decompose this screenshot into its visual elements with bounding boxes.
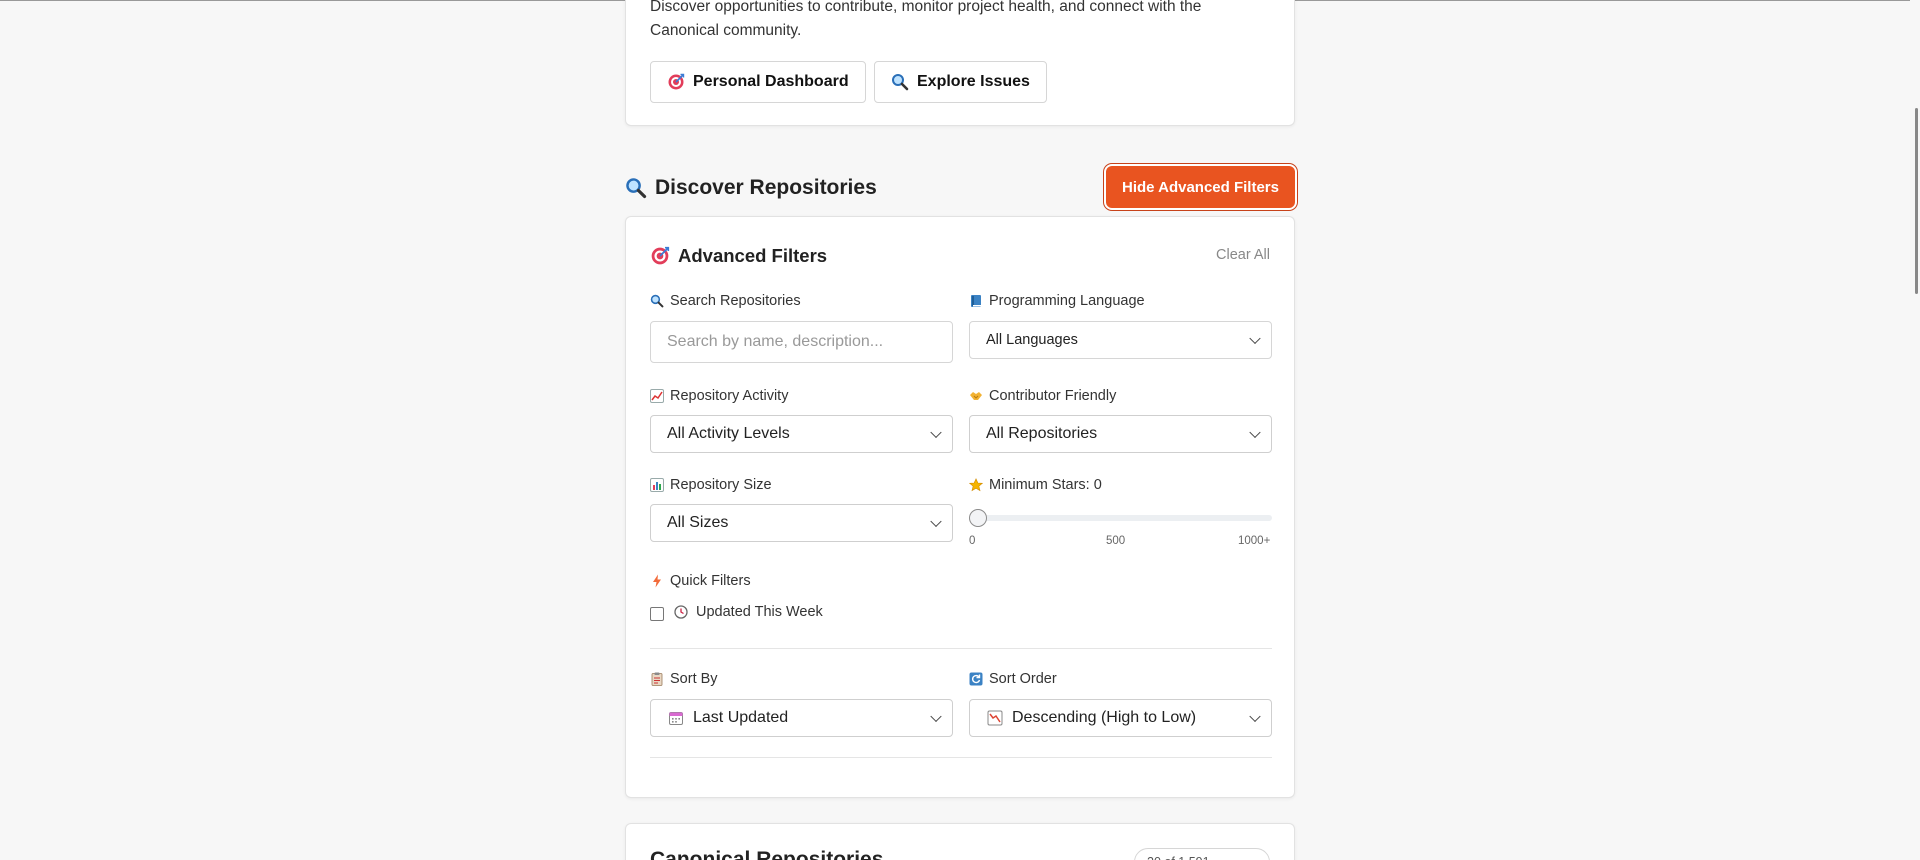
language-label: Programming Language xyxy=(969,293,1145,309)
repositories-title: Canonical Repositories xyxy=(650,848,884,860)
chevron-down-icon xyxy=(1249,710,1261,723)
updated-this-week-label[interactable]: Updated This Week xyxy=(672,603,823,621)
size-value: All Sizes xyxy=(667,514,729,531)
filters-divider xyxy=(650,648,1272,649)
search-input[interactable]: Search by name, description... xyxy=(650,321,953,363)
chevron-down-icon xyxy=(930,710,942,723)
activity-value: All Activity Levels xyxy=(667,425,790,442)
chevron-down-icon xyxy=(1249,332,1261,345)
contributor-label: Contributor Friendly xyxy=(969,388,1116,404)
search-label: Search Repositories xyxy=(650,293,801,309)
language-value: All Languages xyxy=(986,332,1078,348)
calendar-icon xyxy=(667,709,685,727)
discover-title: Discover Repositories xyxy=(625,176,877,200)
discover-header: Discover Repositories Hide Advanced Filt… xyxy=(625,166,1295,212)
stars-label-text: Minimum Stars: 0 xyxy=(989,477,1102,493)
lightning-icon xyxy=(650,574,664,588)
repositories-count-badge: 20 of 1,591 xyxy=(1134,848,1270,860)
stars-tick-max: 1000+ xyxy=(1238,535,1271,547)
size-label: Repository Size xyxy=(650,477,772,493)
repositories-card: Canonical Repositories 20 of 1,591 xyxy=(625,823,1295,860)
page-scrollbar-thumb[interactable] xyxy=(1915,108,1918,294)
size-label-text: Repository Size xyxy=(670,477,772,493)
bar-chart-icon xyxy=(650,478,664,492)
contributor-value: All Repositories xyxy=(986,425,1098,442)
clipboard-icon xyxy=(650,672,664,686)
discover-title-text: Discover Repositories xyxy=(655,176,877,199)
personal-dashboard-button[interactable]: Personal Dashboard xyxy=(650,61,866,103)
handshake-icon xyxy=(969,389,983,403)
chevron-down-icon xyxy=(930,426,942,439)
book-icon xyxy=(969,294,983,308)
activity-label-text: Repository Activity xyxy=(670,388,789,404)
sort-by-select[interactable]: Last Updated xyxy=(650,699,953,737)
contributor-label-text: Contributor Friendly xyxy=(989,388,1117,404)
search-label-text: Search Repositories xyxy=(670,293,801,309)
activity-select[interactable]: All Activity Levels xyxy=(650,415,953,453)
stars-tick-min: 0 xyxy=(969,535,976,547)
refresh-icon xyxy=(969,672,983,686)
advanced-filters-title: Advanced Filters xyxy=(650,245,827,267)
updated-this-week-checkbox[interactable] xyxy=(650,607,664,621)
chevron-down-icon xyxy=(1249,426,1261,439)
language-select[interactable]: All Languages xyxy=(969,321,1272,359)
advanced-filters-card: Advanced Filters Clear All Search Reposi… xyxy=(625,216,1295,798)
magnifier-icon xyxy=(891,73,909,91)
target-icon xyxy=(667,73,685,91)
sort-order-value: Descending (High to Low) xyxy=(1012,709,1197,726)
sort-order-label: Sort Order xyxy=(969,671,1057,687)
target-icon xyxy=(650,246,670,266)
size-select[interactable]: All Sizes xyxy=(650,504,953,542)
quick-filters-label-text: Quick Filters xyxy=(670,573,751,589)
hide-advanced-filters-button[interactable]: Hide Advanced Filters xyxy=(1106,166,1295,208)
explore-issues-button[interactable]: Explore Issues xyxy=(874,61,1047,103)
search-placeholder: Search by name, description... xyxy=(667,333,884,350)
personal-dashboard-label: Personal Dashboard xyxy=(693,73,849,90)
activity-label: Repository Activity xyxy=(650,388,788,404)
advanced-filters-title-text: Advanced Filters xyxy=(678,245,828,266)
sort-by-value: Last Updated xyxy=(693,709,789,726)
hero-description: Discover opportunities to contribute, mo… xyxy=(650,0,1202,39)
stars-slider-track[interactable] xyxy=(969,515,1272,521)
clock-icon xyxy=(672,603,690,621)
quick-filters-label: Quick Filters xyxy=(650,573,751,589)
magnifier-icon xyxy=(650,294,664,308)
star-icon xyxy=(969,478,983,492)
filters-bottom-divider xyxy=(650,757,1272,758)
contributor-select[interactable]: All Repositories xyxy=(969,415,1272,453)
stars-tick-mid: 500 xyxy=(1106,535,1126,547)
clear-all-button[interactable]: Clear All xyxy=(1216,247,1270,263)
chart-up-icon xyxy=(650,389,664,403)
sort-order-label-text: Sort Order xyxy=(989,671,1057,687)
stars-label: Minimum Stars: 0 xyxy=(969,477,1102,493)
explore-issues-label: Explore Issues xyxy=(917,73,1030,90)
sort-by-label: Sort By xyxy=(650,671,718,687)
stars-slider-handle[interactable] xyxy=(969,509,987,527)
updated-this-week-text: Updated This Week xyxy=(696,604,823,620)
chevron-down-icon xyxy=(930,515,942,528)
sort-order-select[interactable]: Descending (High to Low) xyxy=(969,699,1272,737)
magnifier-icon xyxy=(625,177,647,199)
chart-down-icon xyxy=(986,709,1004,727)
sort-by-label-text: Sort By xyxy=(670,671,718,687)
hero-card: Discover opportunities to contribute, mo… xyxy=(625,0,1295,126)
language-label-text: Programming Language xyxy=(989,293,1145,309)
